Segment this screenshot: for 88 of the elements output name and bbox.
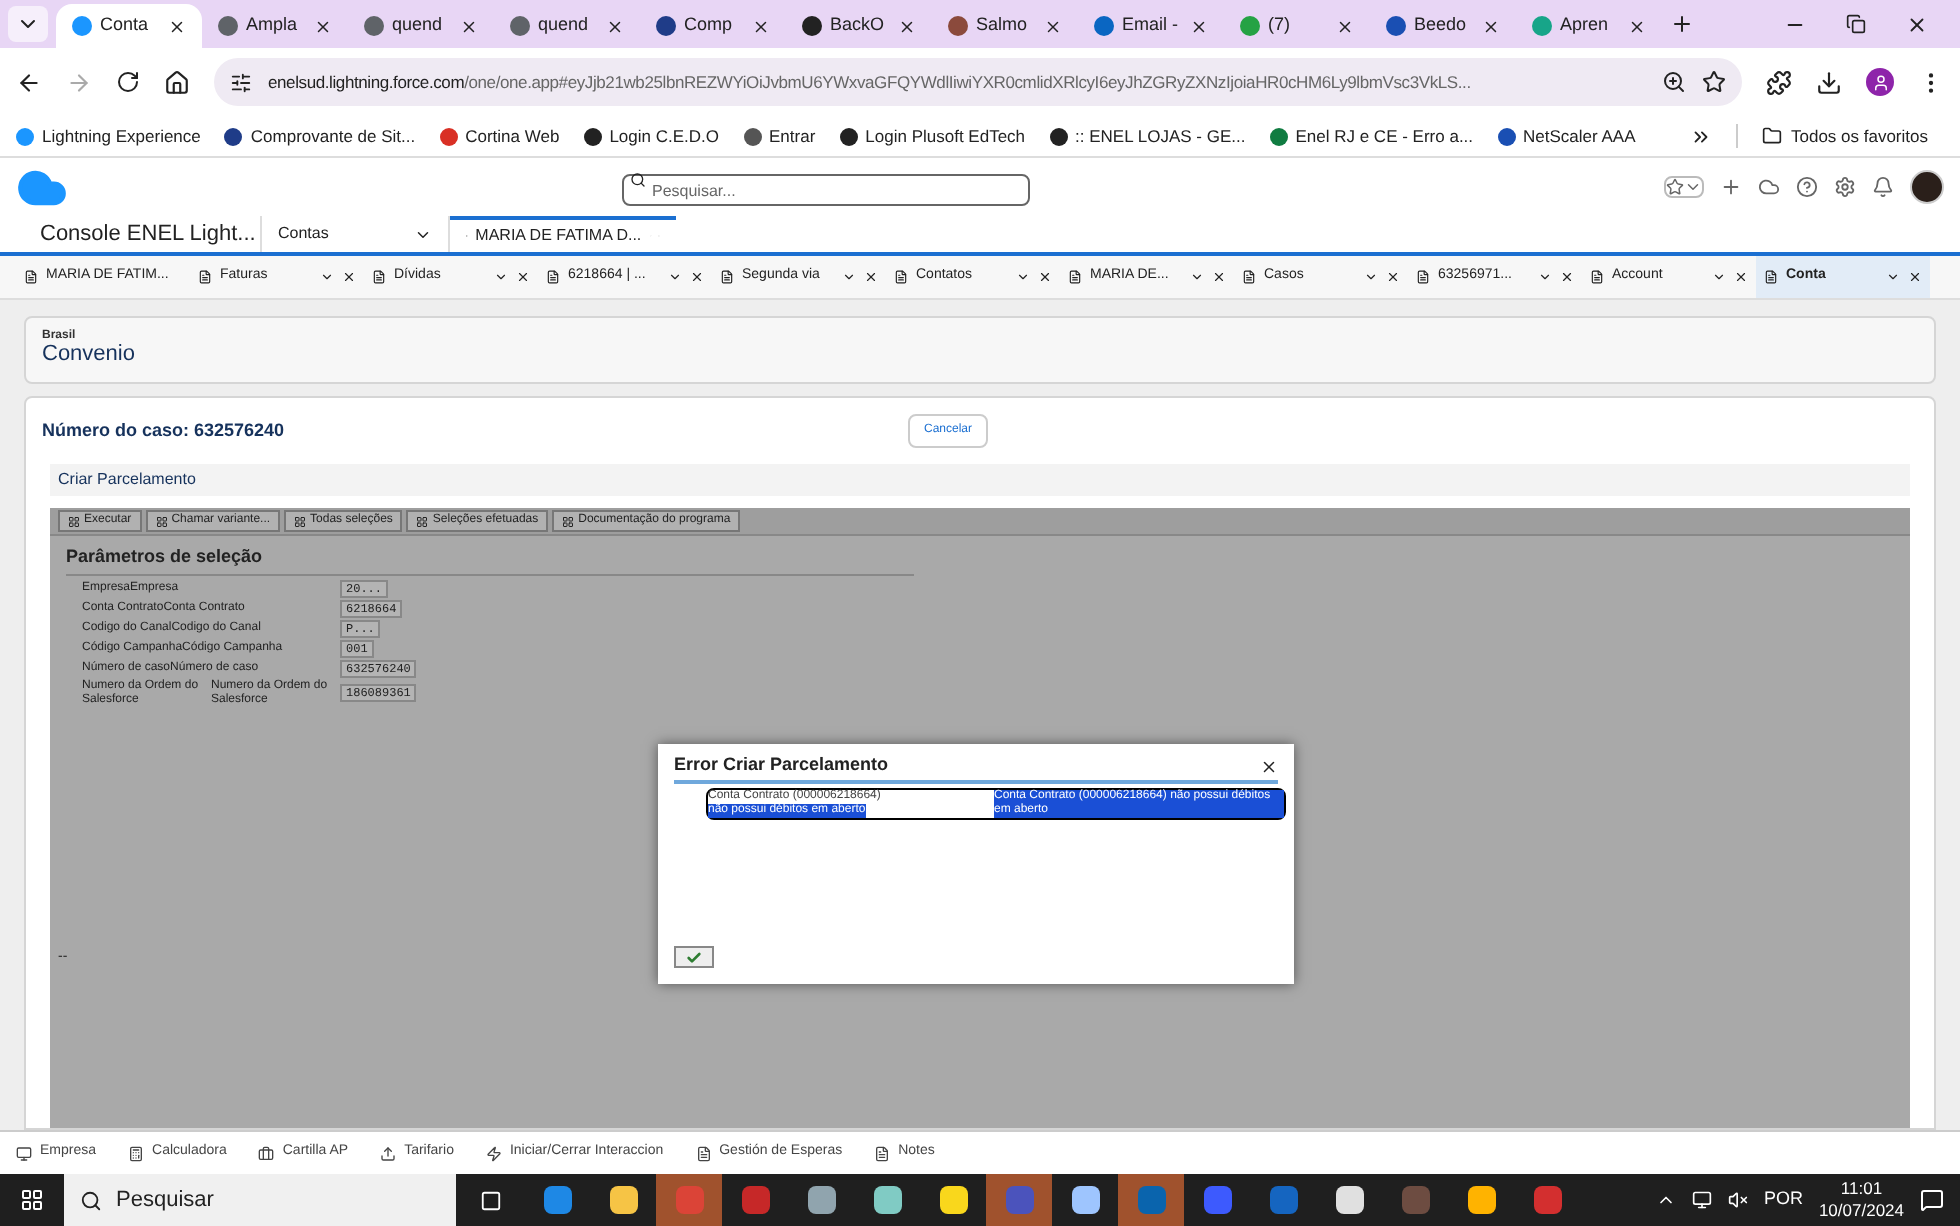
case-title: Número do caso: 632576240 — [42, 417, 285, 444]
tab-title: Conta — [100, 12, 151, 39]
windows-start-icon[interactable] — [20, 1188, 44, 1212]
search-field[interactable]: Pesquisar... — [622, 174, 1030, 206]
extensions-icon[interactable] — [1766, 69, 1792, 95]
tab-title: quend — [392, 12, 445, 39]
check-icon — [686, 949, 702, 965]
record-title: Convenio — [42, 342, 137, 370]
bookmark-label: Login C.E.D.O — [609, 123, 720, 149]
tab-title: quend — [538, 12, 591, 39]
parameters-heading: Parâmetros de seleção — [66, 544, 914, 575]
trailhead-icon[interactable] — [1758, 176, 1780, 198]
browser-tab[interactable]: Beedo — [1370, 4, 1516, 48]
utility-icon — [258, 1145, 275, 1161]
bookmark[interactable]: Login C.E.D.O — [583, 123, 720, 149]
user-avatar[interactable] — [1910, 170, 1944, 204]
app-name: Console ENEL Light... — [40, 219, 256, 250]
toolbar-icon — [155, 515, 168, 527]
toolbar-icon — [294, 515, 307, 527]
mute-icon[interactable] — [1727, 1190, 1748, 1210]
tab-label: MARIA DE FATIMA D... — [475, 224, 642, 248]
download-icon[interactable] — [1816, 69, 1842, 95]
browser-tab[interactable]: Apren — [1516, 4, 1662, 48]
tab-title: (7) — [1268, 12, 1292, 39]
bookmark-label: NetScaler AAA — [1523, 123, 1636, 149]
bookmark-label: Entrar — [769, 123, 816, 149]
all-bookmarks[interactable]: Todos os favoritos — [1762, 123, 1928, 149]
tab-title: Salmo — [976, 12, 1030, 39]
close-window-icon[interactable] — [1906, 14, 1928, 36]
toolbar-icon — [68, 515, 80, 527]
restore-icon[interactable] — [1846, 14, 1866, 34]
bookmark[interactable]: Cortina Web — [439, 123, 560, 149]
settings-icon[interactable] — [1834, 176, 1856, 198]
browser-tab[interactable]: quend — [494, 4, 640, 48]
browser-tab[interactable]: BackO — [786, 4, 932, 48]
add-icon[interactable] — [1720, 176, 1742, 198]
section-header: Criar Parcelamento — [50, 464, 1910, 496]
profile-avatar[interactable] — [1866, 68, 1894, 96]
back-icon[interactable] — [16, 69, 42, 95]
bookmark[interactable]: NetScaler AAA — [1497, 123, 1636, 149]
taskbar-search[interactable]: Pesquisar — [64, 1174, 456, 1226]
bookmark-star-icon[interactable] — [1702, 70, 1726, 94]
site-settings-icon[interactable] — [230, 71, 252, 93]
new-tab-icon[interactable] — [1670, 12, 1694, 36]
browser-tab[interactable]: quend — [348, 4, 494, 48]
favorites-chevron-icon[interactable] — [1684, 178, 1702, 196]
browser-tab[interactable]: Comp — [640, 4, 786, 48]
tab-title: BackO — [830, 12, 887, 39]
utility-icon — [695, 1145, 712, 1161]
help-icon[interactable] — [1796, 176, 1818, 198]
browser-tab[interactable]: Email - — [1078, 4, 1224, 48]
task-view-icon[interactable] — [479, 1189, 501, 1211]
tab-title: Comp — [684, 12, 735, 39]
dialog-title: Error Criar Parcelamento — [674, 752, 889, 779]
tab-search-button[interactable] — [8, 6, 48, 42]
utility-icon — [380, 1145, 397, 1161]
search-icon — [80, 1190, 102, 1212]
bookmark-label: Todos os favoritos — [1790, 123, 1928, 149]
language-indicator[interactable]: POR — [1763, 1186, 1803, 1214]
browser-tab[interactable]: Salmo — [932, 4, 1078, 48]
tab-title: Ampla — [246, 12, 300, 39]
notifications-icon[interactable] — [1920, 1188, 1944, 1212]
browser-tab[interactable]: Ampla — [202, 4, 348, 48]
folder-icon — [1762, 126, 1783, 146]
browser-tab[interactable]: (7) — [1224, 4, 1370, 48]
toolbar-icon — [416, 515, 429, 527]
tab-title: Email - — [1122, 12, 1181, 39]
clock[interactable]: 11:01 10/07/2024 — [1818, 1178, 1904, 1222]
browser-tab[interactable]: Conta — [56, 4, 202, 48]
tab-title: Beedo — [1414, 12, 1469, 39]
ok-button[interactable] — [674, 946, 714, 968]
bookmark[interactable]: Entrar — [743, 123, 816, 149]
utility-icon — [128, 1145, 145, 1161]
url-text: enelsud.lightning.force.com/one/one.app#eyJjb21wb25lbnREZWYiOiJvbmU6YWxvaGFQYWdlIiwiYXR0cmlidXRlcyI6eyJhZGRyZXNzIjoiaHR0cHM6Ly9lbmVsc3VkLS... — [268, 69, 1473, 95]
favorites-star-icon[interactable] — [1666, 178, 1684, 196]
reload-icon[interactable] — [116, 70, 140, 94]
zoom-icon[interactable] — [1662, 70, 1686, 94]
more-bookmarks-icon[interactable] — [1690, 125, 1713, 147]
address-bar[interactable]: enelsud.lightning.force.com/one/one.app#eyJjb21wb25lbnREZWYiOiJvbmU6YWxvaGFQYWdlIiwiYXR0cmlidXRlcyI6eyJhZGRyZXNzIjoiaHR0cHM6Ly9lbmVsc3VkLS... — [214, 58, 1742, 106]
home-icon[interactable] — [164, 69, 190, 95]
utility-icon — [16, 1145, 32, 1161]
bookmark-label: Cortina Web — [465, 123, 560, 149]
search-icon — [630, 171, 646, 187]
tab-title: Apren — [1560, 12, 1611, 39]
utility-icon — [874, 1145, 891, 1161]
toolbar-icon — [562, 515, 575, 527]
utility-icon — [485, 1145, 502, 1161]
network-icon[interactable] — [1691, 1190, 1712, 1210]
